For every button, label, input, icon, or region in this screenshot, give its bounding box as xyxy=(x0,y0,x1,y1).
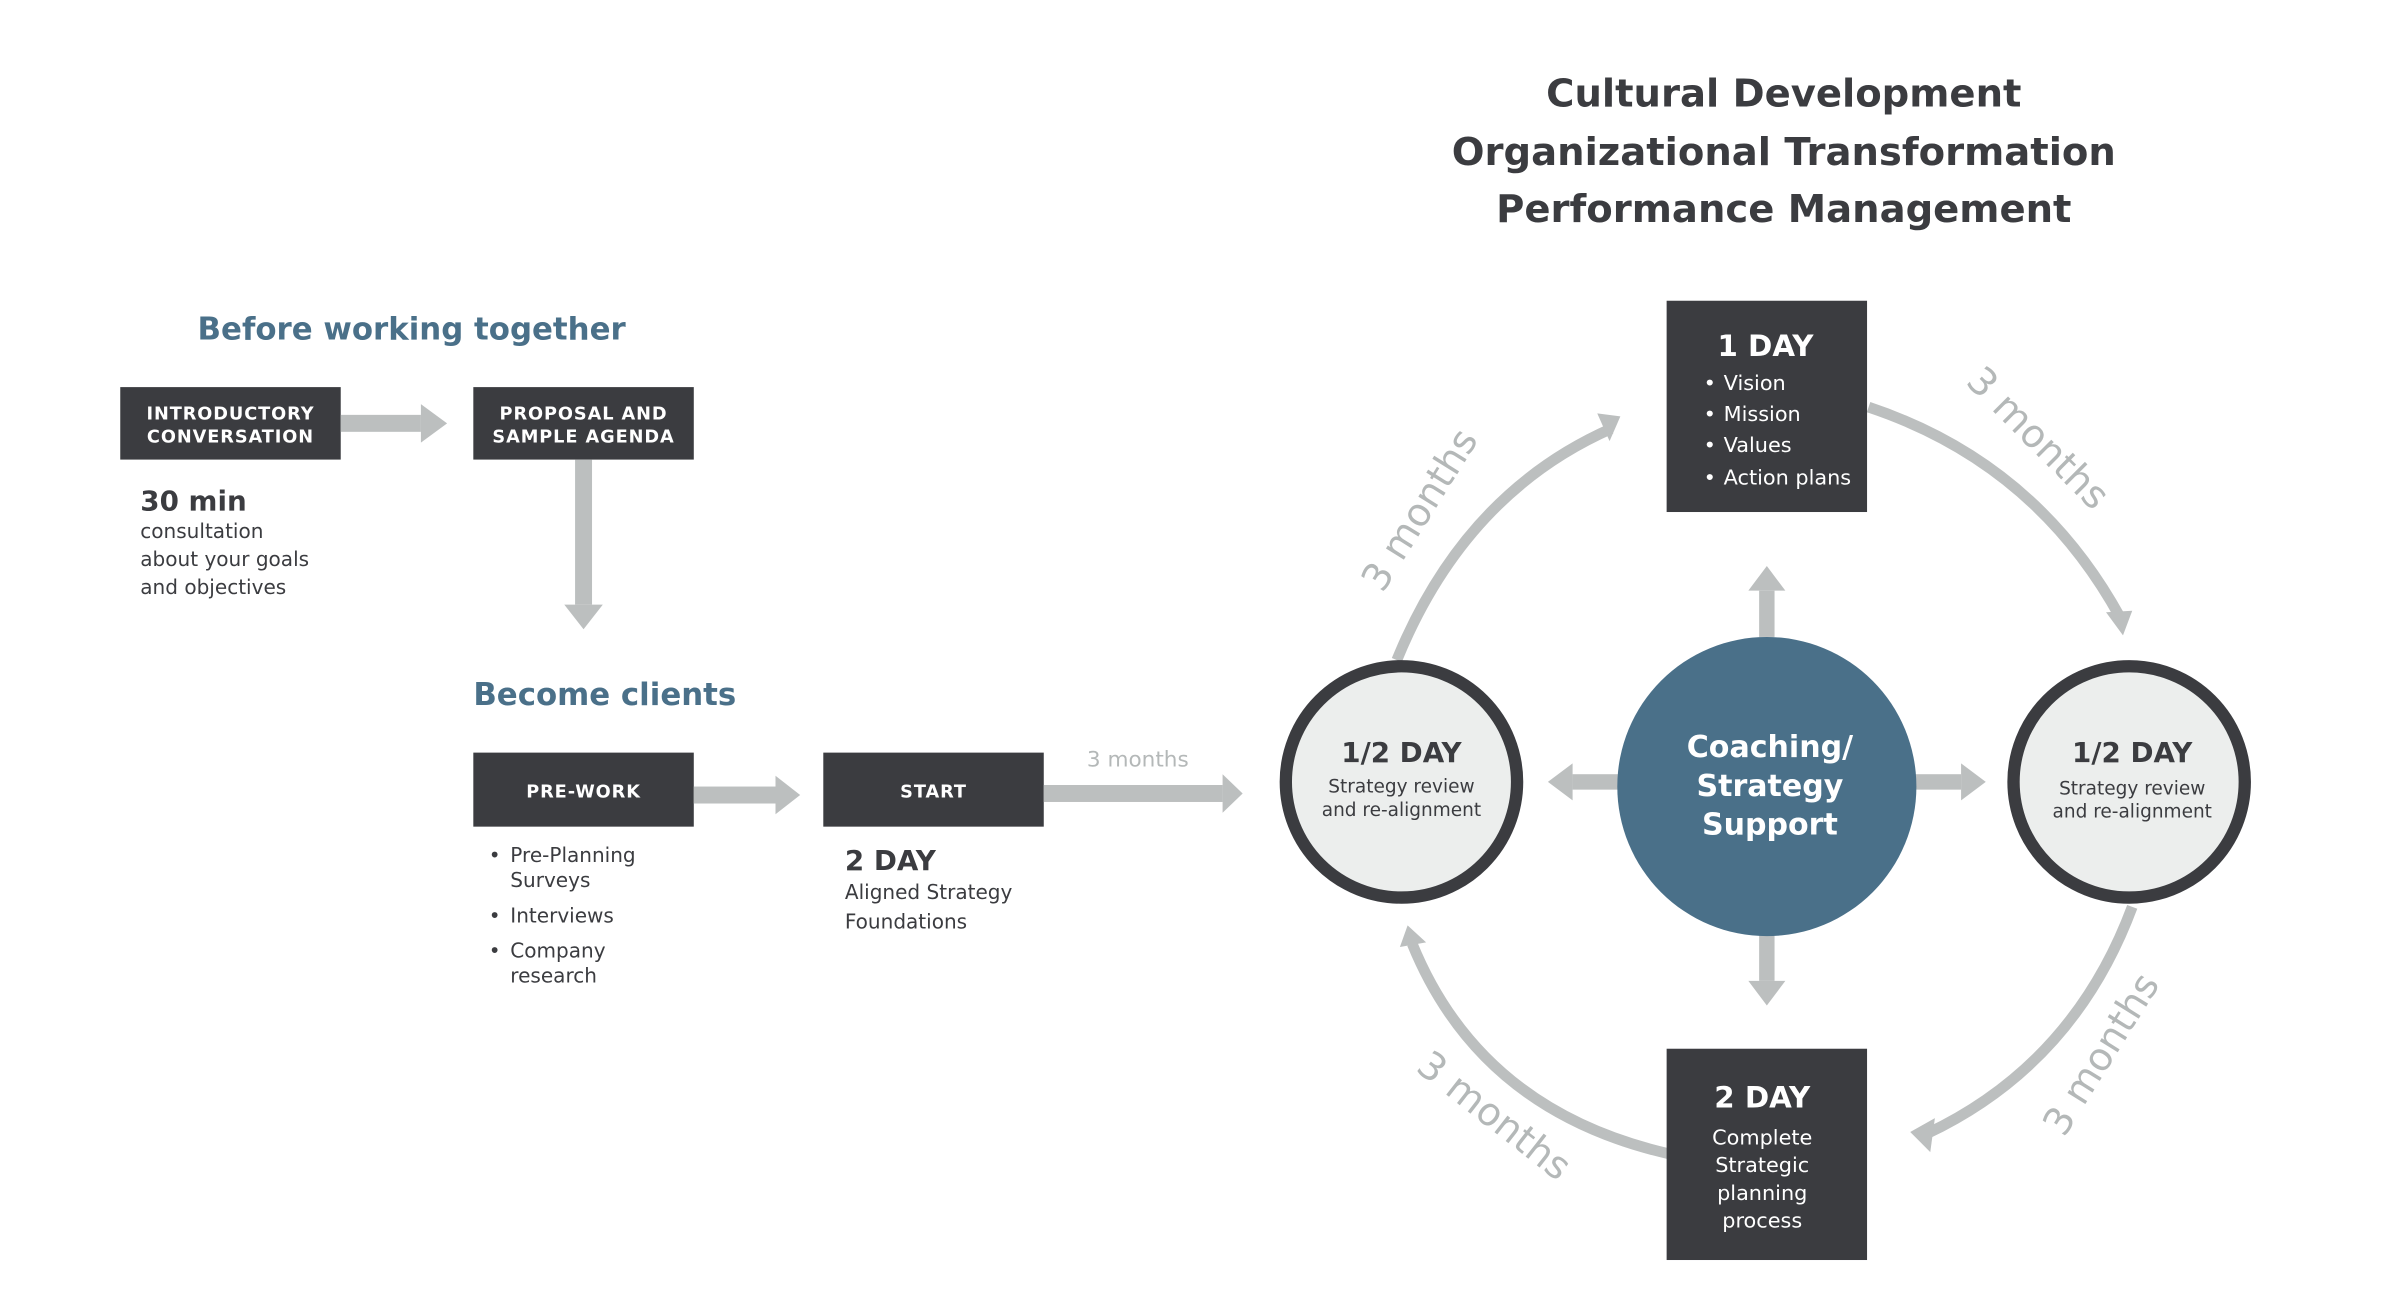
bullet-icon: • xyxy=(1704,402,1716,426)
start-box[interactable]: START xyxy=(823,752,1044,827)
one-day-title: 1 DAY xyxy=(1718,329,1815,363)
half-day-right-title: 1/2 DAY xyxy=(2072,736,2193,769)
spoke-left xyxy=(1572,774,1619,790)
two-day-planning-box[interactable]: 2 DAY Complete Strategic planning proces… xyxy=(1666,1048,1868,1261)
arrow-right-icon xyxy=(340,404,448,443)
intro-desc-line-2: about your goals xyxy=(140,547,309,571)
clients-section-title: Become clients xyxy=(473,677,736,713)
prework-item-1-line-2: Surveys xyxy=(510,868,590,892)
prework-box[interactable]: PRE-WORK xyxy=(473,752,694,827)
arrowhead-icon xyxy=(1399,925,1427,947)
arc-label-top-left: 3 months xyxy=(1353,421,1488,599)
proposal-box-line-2: SAMPLE AGENDA xyxy=(492,428,674,448)
header-line-1: Cultural Development xyxy=(1546,71,2021,116)
one-day-box[interactable]: 1 DAY • Vision • Mission • Values • Acti… xyxy=(1666,300,1868,513)
prework-item-2: Interviews xyxy=(510,903,614,927)
half-day-left-title: 1/2 DAY xyxy=(1341,736,1462,769)
half-day-right-sub-2: and re-alignment xyxy=(2053,801,2212,822)
process-diagram: Cultural Development Organizational Tran… xyxy=(120,71,2251,1261)
arc-bottom-to-left xyxy=(1407,941,1670,1159)
header-titles: Cultural Development Organizational Tran… xyxy=(1452,71,2116,232)
half-day-circle-left[interactable]: 1/2 DAY Strategy review and re-alignment xyxy=(1279,660,1524,904)
half-day-right-sub-1: Strategy review xyxy=(2059,778,2205,799)
intro-box-line-1: INTRODUCTORY xyxy=(146,404,314,424)
coaching-line-1: Coaching/ xyxy=(1687,730,1853,765)
prework-item-3-line-2: research xyxy=(510,963,597,987)
one-day-item-action-plans: Action plans xyxy=(1724,465,1851,489)
start-box-label: START xyxy=(900,782,967,802)
arrow-up-icon xyxy=(1748,566,1786,591)
prework-item-1-line-1: Pre-Planning xyxy=(510,843,635,867)
arrow-down-icon xyxy=(564,459,603,630)
arc-label-bottom-right: 3 months xyxy=(2034,965,2169,1143)
arrow-right-icon xyxy=(1961,763,1986,801)
arrow-right-icon xyxy=(1043,774,1243,813)
half-day-left-sub-2: and re-alignment xyxy=(1322,800,1481,821)
bullet-icon: • xyxy=(489,843,501,867)
two-day-sub-3: planning xyxy=(1717,1181,1807,1205)
bullet-icon: • xyxy=(1704,371,1716,395)
proposal-box-line-1: PROPOSAL AND xyxy=(500,404,668,424)
two-day-sub-2: Strategic xyxy=(1715,1153,1809,1177)
intro-duration: 30 min xyxy=(140,484,246,517)
prework-item-3-line-1: Company xyxy=(510,939,605,963)
arrow-down-icon xyxy=(1748,980,1786,1006)
start-desc-line-1: Aligned Strategy xyxy=(845,880,1013,904)
intro-conversation-box[interactable]: INTRODUCTORY CONVERSATION xyxy=(120,387,341,460)
intro-desc-line-3: and objectives xyxy=(140,575,286,599)
header-line-2: Organizational Transformation xyxy=(1452,130,2116,175)
arrow-right-icon xyxy=(693,775,801,815)
coaching-line-3: Support xyxy=(1702,807,1838,842)
bullet-icon: • xyxy=(1704,433,1716,457)
spoke-right xyxy=(1914,774,1962,790)
two-day-title: 2 DAY xyxy=(1714,1080,1811,1114)
arrowhead-icon xyxy=(1910,1118,1935,1153)
start-desc-line-2: Foundations xyxy=(845,909,967,933)
prework-box-label: PRE-WORK xyxy=(526,782,641,802)
half-day-left-sub-1: Strategy review xyxy=(1328,777,1474,798)
one-day-item-mission: Mission xyxy=(1724,402,1801,426)
one-day-item-values: Values xyxy=(1724,433,1792,457)
two-day-sub-1: Complete xyxy=(1712,1125,1812,1149)
intro-desc-line-1: consultation xyxy=(140,519,263,543)
bullet-icon: • xyxy=(489,939,501,963)
transition-months-label: 3 months xyxy=(1087,747,1189,772)
coaching-line-2: Strategy xyxy=(1696,769,1843,804)
one-day-item-vision: Vision xyxy=(1724,371,1786,395)
bullet-icon: • xyxy=(1704,465,1716,489)
bullet-icon: • xyxy=(489,903,501,927)
prework-list: • Pre-Planning Surveys • Interviews • Co… xyxy=(489,843,636,987)
start-duration: 2 DAY xyxy=(845,844,937,877)
arrow-left-icon xyxy=(1547,763,1573,801)
coaching-support-circle[interactable]: Coaching/ Strategy Support xyxy=(1617,636,1917,937)
intro-box-line-2: CONVERSATION xyxy=(147,428,314,448)
spoke-down xyxy=(1759,934,1775,981)
two-day-sub-4: process xyxy=(1722,1209,1802,1233)
header-line-3: Performance Management xyxy=(1496,187,2071,232)
half-day-circle-right[interactable]: 1/2 DAY Strategy review and re-alignment xyxy=(2007,660,2251,904)
arrowhead-icon xyxy=(2106,610,2133,636)
proposal-agenda-box[interactable]: PROPOSAL AND SAMPLE AGENDA xyxy=(473,387,694,460)
arc-label-top-right: 3 months xyxy=(1958,358,2118,519)
spoke-up xyxy=(1759,590,1775,637)
before-section-title: Before working together xyxy=(198,311,627,347)
